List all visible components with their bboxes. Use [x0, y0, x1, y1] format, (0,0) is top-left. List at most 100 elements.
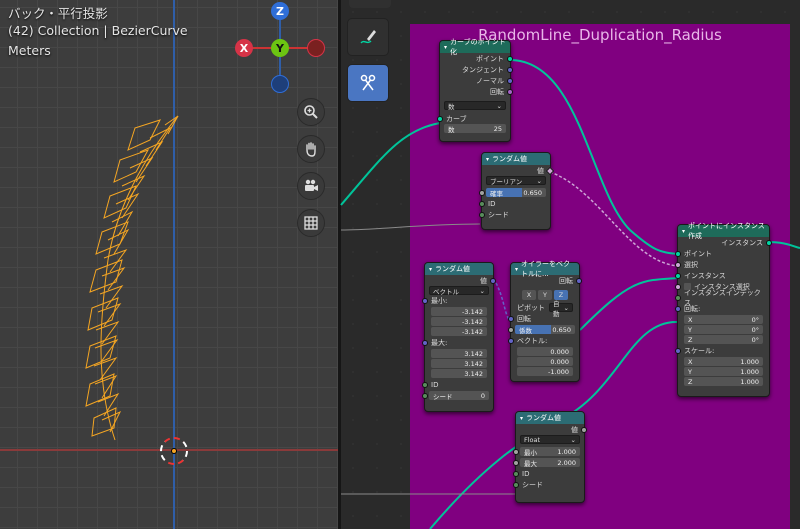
input-socket-id: ID: [479, 198, 550, 209]
node-title: ランダム値: [526, 414, 562, 422]
input-socket-selection: 選択: [675, 259, 769, 270]
socket[interactable]: [675, 272, 681, 279]
socket[interactable]: [675, 294, 681, 301]
socket[interactable]: [675, 283, 681, 290]
output-socket-normal: ノーマル: [440, 75, 513, 86]
socket[interactable]: [576, 277, 582, 284]
input-socket-id: ID: [422, 379, 493, 390]
factor-row: 係数 0.650: [508, 324, 579, 335]
node-header: ▾ ランダム値: [516, 412, 584, 424]
node-curve-to-points[interactable]: ▾ カーブのポイント化 ポイント タンジェント ノーマル 回転 数 ⌄ カーブ 数2…: [437, 38, 513, 142]
max-z-field[interactable]: 3.142: [431, 369, 487, 378]
collapse-chevron-icon[interactable]: ▾: [429, 266, 432, 273]
socket[interactable]: [513, 481, 519, 488]
rotation-z-field[interactable]: Z 0°: [684, 335, 763, 344]
factor-field[interactable]: 係数 0.650: [515, 325, 575, 335]
socket[interactable]: [675, 347, 681, 354]
node-header: ▾ カーブのポイント化: [440, 38, 510, 56]
socket[interactable]: [675, 250, 681, 257]
socket[interactable]: [508, 315, 514, 322]
socket[interactable]: [479, 189, 485, 196]
min-field[interactable]: 最小 1.000: [520, 447, 580, 457]
scale-x-field[interactable]: X 1.000: [684, 357, 763, 366]
rotation-x-field[interactable]: X 0°: [684, 315, 763, 324]
count-field[interactable]: 数 25: [444, 124, 506, 134]
chevron-down-icon: ⌄: [570, 435, 576, 444]
node-instance-on-points[interactable]: ▾ ポイントにインスタンス作成 インスタンス ポイント 選択 インスタンス インス…: [675, 222, 772, 397]
socket[interactable]: [513, 448, 519, 455]
axis-y-button[interactable]: Y: [538, 290, 552, 300]
collapse-chevron-icon[interactable]: ▾: [486, 156, 489, 163]
min-z-field[interactable]: -3.142: [431, 327, 487, 336]
socket[interactable]: [422, 392, 428, 399]
input-socket-seed: シード: [479, 209, 550, 220]
output-socket-rotation: 回転: [440, 86, 513, 97]
scale-z-field[interactable]: Z 1.000: [684, 377, 763, 386]
socket[interactable]: [675, 305, 681, 312]
node-header: ▾ オイラーをベクトルに...: [511, 260, 579, 278]
socket[interactable]: [507, 55, 513, 62]
min-x-field[interactable]: -3.142: [431, 307, 487, 316]
socket[interactable]: [479, 200, 485, 207]
node-euler-rotate[interactable]: ▾ オイラーをベクトルに... 回転 X Y Z ピボット 自動 ⌄ 回転 係数 0.6…: [508, 260, 582, 382]
socket[interactable]: [508, 326, 514, 333]
output-socket-value: 値: [482, 165, 555, 176]
scale-label-row: スケール:: [675, 345, 769, 356]
vector-y-field[interactable]: 0.000: [517, 357, 573, 366]
output-socket-tangent: タンジェント: [440, 64, 513, 75]
node-header: ▾ ポイントにインスタンス作成: [678, 222, 769, 240]
seed-row: シード 0: [422, 390, 493, 401]
socket[interactable]: [508, 337, 514, 344]
probability-row: 確率 0.650: [479, 187, 550, 198]
rotation-label-row: 回転:: [675, 303, 769, 314]
socket[interactable]: [513, 459, 519, 466]
mode-dropdown[interactable]: 数 ⌄: [444, 101, 506, 111]
socket[interactable]: [675, 261, 681, 268]
node-title: ランダム値: [492, 155, 528, 163]
collapse-chevron-icon[interactable]: ▾: [444, 44, 447, 51]
output-socket-points: ポイント: [440, 53, 513, 64]
socket[interactable]: [490, 277, 496, 284]
input-socket-id: ID: [513, 468, 584, 479]
socket[interactable]: [437, 115, 443, 122]
chevron-down-icon: ⌄: [479, 286, 485, 295]
min-row: 最小 1.000: [513, 446, 584, 457]
input-socket-instance-index: インスタンスインデックス: [675, 289, 769, 307]
vector-x-field[interactable]: 0.000: [517, 347, 573, 356]
socket[interactable]: [766, 239, 772, 246]
pivot-dropdown[interactable]: 自動 ⌄: [549, 300, 573, 318]
type-dropdown[interactable]: ブーリアン ⌄: [486, 176, 546, 186]
max-x-field[interactable]: 3.142: [431, 349, 487, 358]
max-label-row: 最大:: [422, 337, 493, 348]
node-random-float[interactable]: ▾ ランダム値 値 Float ⌄ 最小 1.000 最大 2.000 ID シード: [513, 411, 587, 503]
node-random-bool[interactable]: ▾ ランダム値 値 ブーリアン ⌄ 確率 0.650 ID シード: [479, 152, 555, 230]
socket[interactable]: [507, 88, 513, 95]
socket[interactable]: [513, 470, 519, 477]
rotation-y-field[interactable]: Y 0°: [684, 325, 763, 334]
seed-field[interactable]: シード 0: [429, 391, 489, 401]
probability-field[interactable]: 確率 0.650: [486, 188, 546, 198]
collapse-chevron-icon[interactable]: ▾: [515, 266, 518, 273]
scale-y-field[interactable]: Y 1.000: [684, 367, 763, 376]
socket[interactable]: [422, 297, 428, 304]
chevron-down-icon: ⌄: [563, 303, 569, 312]
socket[interactable]: [422, 339, 428, 346]
node-header: ▾ ランダム値: [482, 153, 550, 165]
socket[interactable]: [422, 381, 428, 388]
type-dropdown[interactable]: ベクトル ⌄: [429, 286, 489, 296]
axis-x-button[interactable]: X: [522, 290, 536, 300]
socket[interactable]: [581, 426, 587, 433]
socket[interactable]: [507, 66, 513, 73]
max-field[interactable]: 最大 2.000: [520, 458, 580, 468]
socket[interactable]: [479, 211, 485, 218]
min-y-field[interactable]: -3.142: [431, 317, 487, 326]
collapse-chevron-icon[interactable]: ▾: [682, 228, 685, 235]
node-random-vector[interactable]: ▾ ランダム値 値 ベクトル ⌄ 最小: -3.142 -3.142 -3.142 …: [422, 262, 496, 412]
collapse-chevron-icon[interactable]: ▾: [520, 415, 523, 422]
output-socket-value: 値: [516, 424, 587, 435]
vector-z-field[interactable]: -1.000: [517, 367, 573, 376]
input-socket-points: ポイント: [675, 248, 769, 259]
socket[interactable]: [507, 77, 513, 84]
max-y-field[interactable]: 3.142: [431, 359, 487, 368]
type-dropdown[interactable]: Float ⌄: [520, 435, 580, 444]
